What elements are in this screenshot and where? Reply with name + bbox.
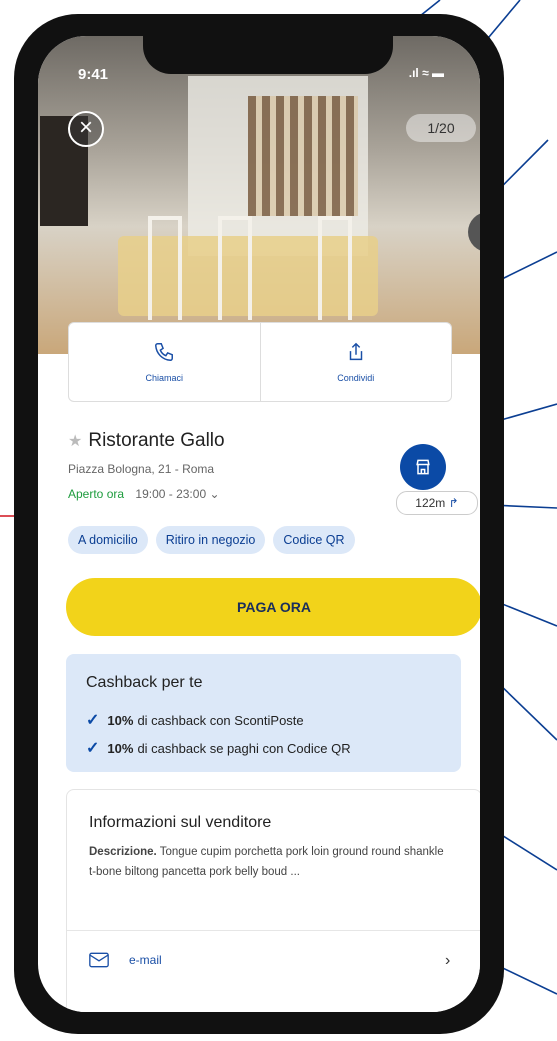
photo-chair bbox=[318, 216, 352, 320]
store-icon bbox=[416, 459, 430, 475]
store-name-row: ★ Ristorante Gallo bbox=[68, 430, 225, 452]
seller-description: Descrizione. Tongue cupim porchetta pork… bbox=[89, 842, 449, 882]
check-icon: ✓ bbox=[86, 712, 100, 729]
chevron-down-icon: ⌄ bbox=[209, 487, 220, 501]
status-time: 9:41 bbox=[78, 66, 109, 83]
cashback-title: Cashback per te bbox=[86, 674, 203, 691]
app-screen: 9:41 .ıl ≈ ▬ × 1/20 › Chiamaci Condividi… bbox=[38, 36, 480, 1012]
call-label: Chiamaci bbox=[145, 373, 183, 383]
cashback-item: ✓ 10% di cashback se paghi con Codice QR bbox=[86, 738, 351, 758]
check-icon: ✓ bbox=[86, 740, 100, 757]
share-label: Condividi bbox=[337, 373, 375, 383]
opening-hours[interactable]: Aperto ora 19:00 - 23:00 ⌄ bbox=[68, 487, 220, 501]
email-label: e-mail bbox=[129, 953, 162, 967]
seller-info-title: Informazioni sul venditore bbox=[89, 814, 272, 831]
share-button[interactable]: Condividi bbox=[259, 323, 452, 401]
chip-qr-code: Codice QR bbox=[273, 526, 355, 554]
store-category-badge bbox=[400, 444, 446, 490]
cashback-text: di cashback se paghi con Codice QR bbox=[137, 740, 351, 756]
close-button[interactable]: × bbox=[68, 111, 104, 147]
description-label: Descrizione. bbox=[89, 846, 157, 858]
directions-icon: ↱ bbox=[448, 496, 459, 510]
chip-pickup: Ritiro in negozio bbox=[155, 526, 266, 554]
favorite-star-icon[interactable]: ★ bbox=[68, 431, 82, 451]
hours-value: 19:00 - 23:00 bbox=[135, 487, 207, 501]
phone-notch bbox=[143, 36, 393, 74]
distance-value: 122m bbox=[415, 496, 446, 510]
restaurant-photo[interactable] bbox=[38, 36, 480, 354]
share-icon bbox=[349, 342, 362, 361]
call-button[interactable]: Chiamaci bbox=[69, 323, 260, 401]
mail-icon bbox=[89, 952, 109, 968]
photo-chair bbox=[218, 216, 252, 320]
photo-wine-shelf bbox=[248, 96, 358, 216]
divider bbox=[67, 930, 480, 931]
store-address: Piazza Bologna, 21 - Roma bbox=[68, 462, 215, 476]
distance-badge[interactable]: 122m ↱ bbox=[396, 491, 478, 515]
email-row[interactable]: e-mail bbox=[89, 952, 162, 968]
chip-delivery: A domicilio bbox=[68, 526, 148, 554]
phone-frame: 9:41 .ıl ≈ ▬ × 1/20 › Chiamaci Condividi… bbox=[14, 14, 504, 1034]
cashback-percent: 10% bbox=[107, 712, 134, 728]
photo-chair bbox=[148, 216, 182, 320]
pay-now-button[interactable]: PAGA ORA bbox=[66, 578, 480, 636]
cashback-percent: 10% bbox=[107, 740, 134, 756]
seller-info-card: Informazioni sul venditore Descrizione. … bbox=[66, 789, 480, 1012]
cashback-item: ✓ 10% di cashback con ScontiPoste bbox=[86, 710, 304, 730]
status-icons: .ıl ≈ ▬ bbox=[408, 66, 444, 80]
gallery-counter: 1/20 bbox=[406, 114, 476, 142]
action-bar: Chiamaci Condividi bbox=[68, 322, 452, 402]
open-status: Aperto ora bbox=[68, 487, 125, 501]
cashback-text: di cashback con ScontiPoste bbox=[137, 712, 304, 728]
chevron-right-icon: › bbox=[445, 952, 451, 969]
service-chips: A domicilio Ritiro in negozio Codice QR bbox=[68, 526, 355, 554]
phone-icon bbox=[155, 343, 174, 361]
cashback-card: Cashback per te ✓ 10% di cashback con Sco… bbox=[66, 654, 461, 772]
store-name: Ristorante Gallo bbox=[88, 430, 225, 451]
close-icon: × bbox=[78, 114, 93, 141]
